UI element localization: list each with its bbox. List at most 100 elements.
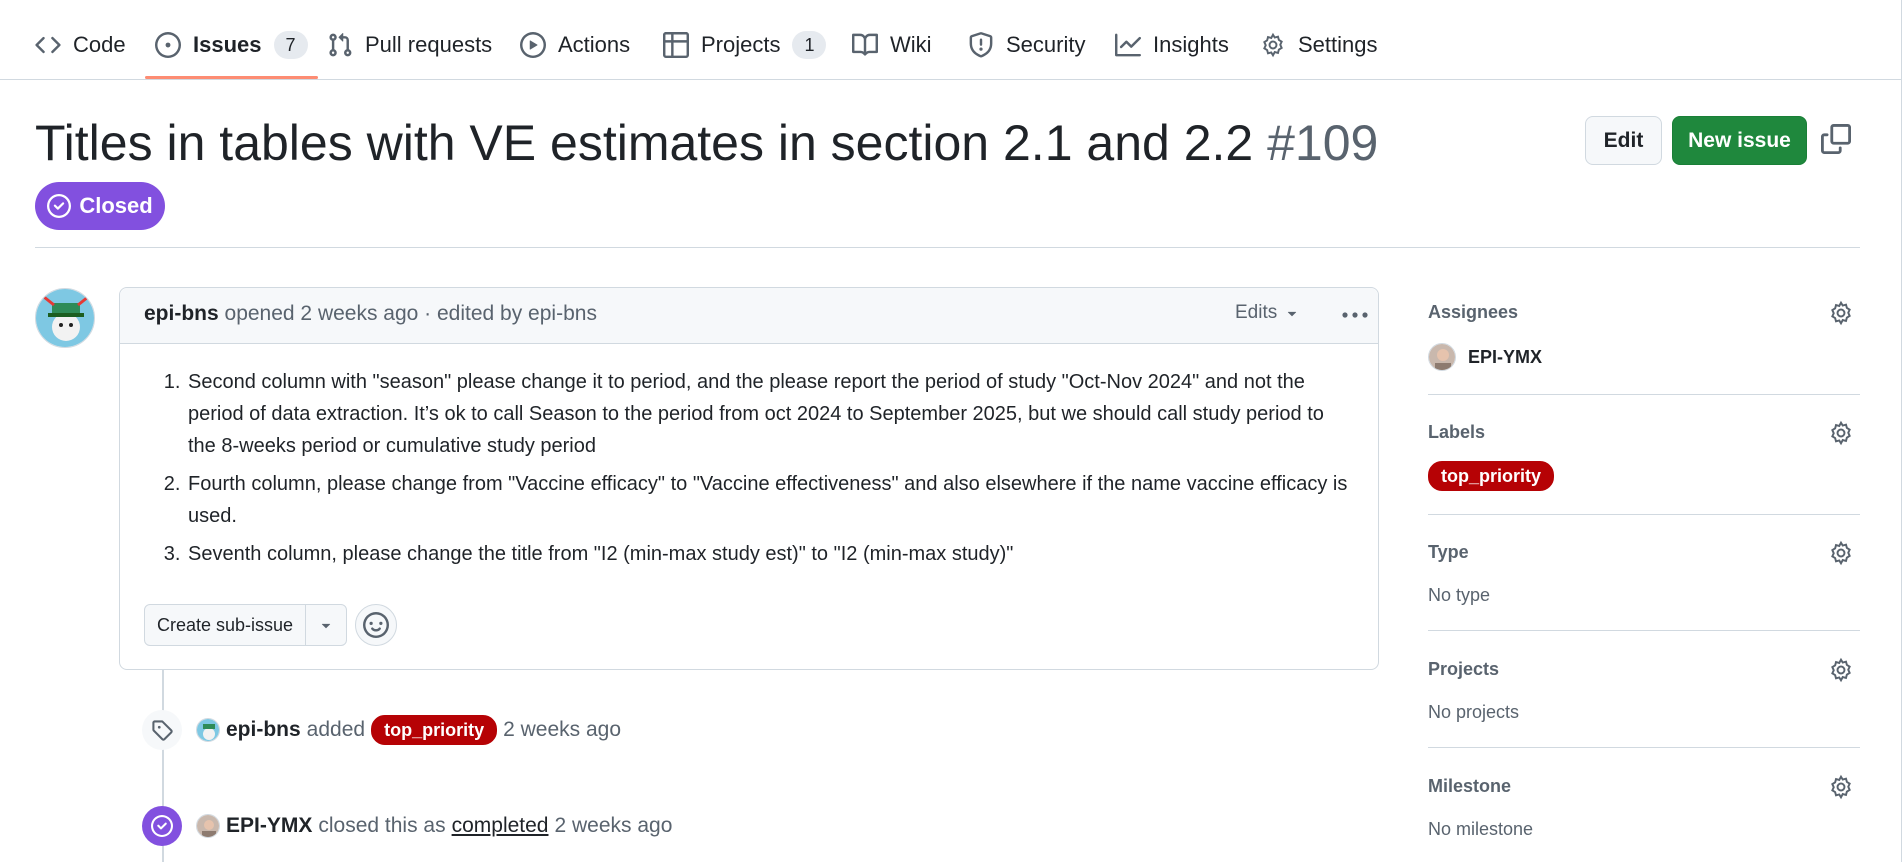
code-icon [35,36,61,54]
close-reason-link[interactable]: completed [452,814,549,838]
tab-pull-requests[interactable]: Pull requests [327,22,492,68]
tab-label: Projects [701,32,781,57]
tab-label: Settings [1298,32,1378,57]
tab-projects[interactable]: Projects 1 [663,22,827,68]
label-event: epi-bns added top_priority 2 weeks ago [142,710,621,750]
comment-header: epi-bns opened 2 weeks ago · edited by e… [120,288,1378,344]
gear-icon [1263,32,1283,58]
tab-label: Insights [1153,32,1229,57]
new-issue-button[interactable]: New issue [1672,116,1807,165]
comment-author[interactable]: epi-bns [144,302,219,325]
gear-icon[interactable] [1828,420,1854,446]
closed-event: EPI-YMX closed this as completed 2 weeks… [142,806,672,846]
avatar[interactable] [196,718,220,742]
create-subissue-dropdown[interactable] [306,605,346,645]
tab-label: Issues [193,32,262,57]
avatar [1428,343,1456,371]
gear-icon[interactable] [1828,774,1854,800]
sidebar-divider [1428,747,1860,748]
comment-meta: epi-bns opened 2 weeks ago · edited by e… [144,302,597,326]
sidebar-assignees: Assignees EPI-YMX [1428,300,1860,371]
create-subissue-group: Create sub-issue [144,604,348,646]
triangle-down-icon [321,623,331,629]
event-action: added [306,718,366,741]
tab-insights[interactable]: Insights [1115,22,1229,68]
sidebar-heading: Labels [1428,422,1486,442]
comment-meta-text: opened 2 weeks ago · edited by epi-bns [224,302,597,325]
label-badge[interactable]: top_priority [1428,461,1555,491]
event-author[interactable]: EPI-YMX [226,814,312,838]
list-item: Seventh column, please change the title … [186,538,1350,570]
repo-nav: Code Issues 7 Pull requests Actions Proj… [0,0,1902,80]
issue-number: #109 [1267,115,1379,171]
create-subissue-button[interactable]: Create sub-issue [145,605,307,645]
kebab-horizontal-icon[interactable] [1340,304,1370,326]
sidebar-value: No type [1428,585,1491,605]
edits-dropdown[interactable]: Edits [1235,302,1301,324]
event-action: closed this as [318,814,446,837]
tab-issues[interactable]: Issues 7 [145,22,317,79]
state-badge: Closed [35,182,165,230]
issues-counter: 7 [273,31,308,59]
sidebar-heading: Assignees [1428,302,1519,322]
issue-opened-icon [155,32,181,58]
state-label: Closed [79,193,153,218]
gear-icon[interactable] [1828,300,1854,326]
book-icon [852,33,878,56]
issue-title: Titles in tables with VE estimates in se… [35,112,1378,174]
avatar[interactable] [35,288,95,348]
sidebar-divider [1428,630,1860,631]
label-badge[interactable]: top_priority [371,715,498,745]
projects-counter: 1 [792,31,827,59]
tab-label: Wiki [890,32,932,57]
tab-security[interactable]: Security [968,22,1085,68]
gear-icon[interactable] [1828,657,1854,683]
tab-settings[interactable]: Settings [1260,22,1378,68]
tab-actions[interactable]: Actions [520,22,630,68]
sidebar-labels: Labels top_priority [1428,420,1860,491]
list-item: Second column with "season" please chang… [186,366,1350,462]
issue-closed-icon [47,194,72,218]
play-icon [520,32,546,58]
event-time[interactable]: 2 weeks ago [503,718,621,742]
sidebar-value: No milestone [1428,819,1534,839]
sidebar-type: Type No type [1428,540,1860,606]
sidebar-heading: Milestone [1428,776,1512,796]
comment-list: Second column with "season" please chang… [150,366,1350,570]
sidebar-milestone: Milestone No milestone [1428,774,1860,840]
list-item: Fourth column, please change from "Vacci… [186,468,1350,532]
event-author[interactable]: epi-bns [226,718,301,742]
sidebar-projects: Projects No projects [1428,657,1860,723]
triangle-down-icon [1288,311,1297,317]
event-time[interactable]: 2 weeks ago [554,814,672,838]
edits-label: Edits [1235,302,1278,323]
comment-body: Second column with "season" please chang… [150,366,1350,576]
assignee-item[interactable]: EPI-YMX [1428,343,1860,371]
copy-icon[interactable] [1821,124,1851,154]
smiley-icon [363,612,389,638]
tag-icon [142,710,182,750]
sidebar-heading: Type [1428,542,1469,562]
table-icon [663,32,689,58]
add-reaction-button[interactable] [355,604,397,646]
issue-title-text: Titles in tables with VE estimates in se… [35,115,1254,171]
edit-button[interactable]: Edit [1585,116,1662,165]
tab-label: Security [1006,32,1086,57]
assignee-name: EPI-YMX [1468,346,1543,367]
graph-icon [1115,33,1141,57]
tab-label: Pull requests [365,32,493,57]
header-divider [35,247,1860,248]
gear-icon[interactable] [1828,540,1854,566]
sidebar-divider [1428,394,1860,395]
tab-label: Code [73,32,126,57]
tab-code[interactable]: Code [35,22,126,68]
sidebar-heading: Projects [1428,659,1500,679]
issue-comment: epi-bns opened 2 weeks ago · edited by e… [119,287,1379,670]
tab-wiki[interactable]: Wiki [852,22,932,68]
shield-icon [969,32,993,58]
avatar[interactable] [196,814,220,838]
tab-label: Actions [558,32,631,57]
sidebar-divider [1428,514,1860,515]
issue-closed-icon [142,806,182,846]
sidebar-value: No projects [1428,702,1520,722]
